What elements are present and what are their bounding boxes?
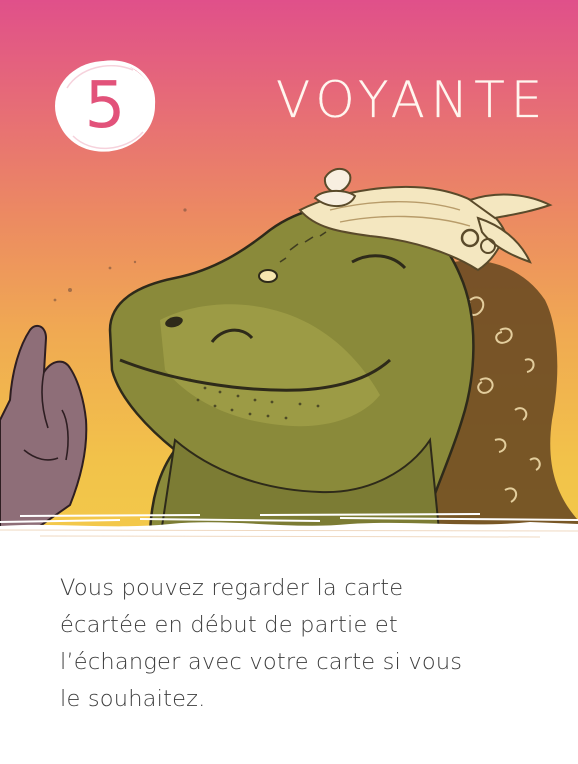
card-number: 5 <box>84 69 126 143</box>
card-number-badge: 5 <box>53 58 157 154</box>
description-line: le souhaitez. <box>60 686 206 712</box>
card-illustration: 5 VOYANTE <box>0 0 578 540</box>
description-line: Vous pouvez regarder la carte <box>60 575 404 601</box>
torn-edge-divider <box>0 513 578 552</box>
card-title: VOYANTE <box>276 71 549 129</box>
card-description: Vous pouvez regarder la carte écartée en… <box>60 570 560 718</box>
description-line: l’échanger avec votre carte si vous <box>60 649 463 675</box>
game-card[interactable]: 5 VOYANTE Vous pouvez regarder la carte … <box>0 0 578 764</box>
description-line: écartée en début de partie et <box>60 612 398 638</box>
